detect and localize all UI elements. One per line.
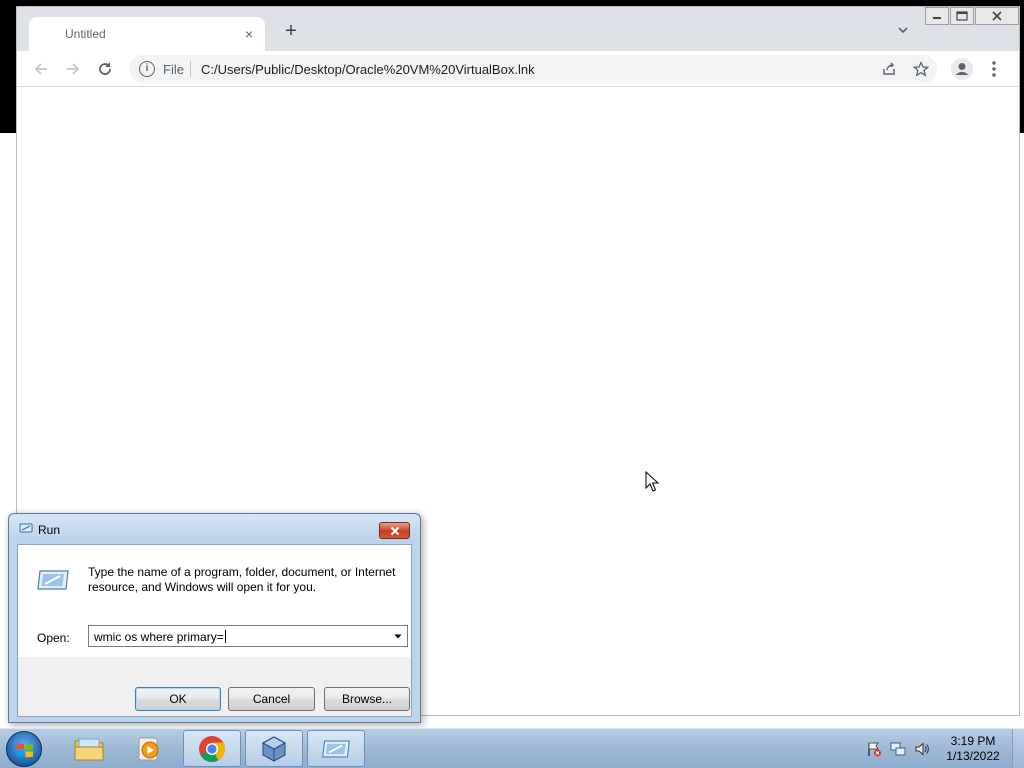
folder-icon [74,738,104,760]
media-player-icon [138,737,159,760]
run-body: Type the name of a program, folder, docu… [17,544,412,717]
cancel-button[interactable]: Cancel [228,687,315,711]
profile-icon[interactable] [951,58,973,80]
url-text[interactable]: C:/Users/Public/Desktop/Oracle%20VM%20Vi… [201,62,535,77]
open-label: Open: [37,631,70,645]
mouse-cursor-icon [645,471,659,492]
run-content-panel: Type the name of a program, folder, docu… [18,545,411,657]
taskbar-mediaplayer-button[interactable] [120,730,178,767]
maximize-button[interactable] [950,7,974,25]
virtualbox-icon [261,735,287,762]
run-program-icon [37,570,69,590]
omnibox-divider [190,61,191,77]
action-center-flag-icon[interactable] [866,741,882,757]
forward-icon[interactable] [63,59,83,79]
taskbar-run-button[interactable] [307,730,365,767]
taskbar-explorer-button[interactable] [60,730,118,767]
close-window-button[interactable] [975,7,1019,25]
tab-title: Untitled [65,27,106,41]
start-button[interactable] [6,731,42,767]
minimize-button[interactable] [925,7,949,25]
volume-icon[interactable] [914,741,930,757]
network-icon[interactable] [890,741,906,757]
clock-date: 1/13/2022 [946,749,1000,763]
windows-logo-icon [17,743,33,758]
run-description: Type the name of a program, folder, docu… [88,565,396,594]
taskbar: 3:19 PM 1/13/2022 [0,728,1024,768]
back-icon[interactable] [31,59,51,79]
run-icon [322,740,350,757]
address-bar[interactable]: i File C:/Users/Public/Desktop/Oracle%20… [129,55,937,83]
tab-search-icon[interactable] [895,22,911,38]
new-tab-button[interactable]: + [281,21,301,41]
run-title-icon [19,523,33,533]
tab-strip: Untitled × + [17,7,1019,51]
show-desktop-button[interactable] [1012,729,1024,768]
browse-button[interactable]: Browse... [324,687,410,711]
share-icon[interactable] [881,61,897,77]
browser-toolbar: i File C:/Users/Public/Desktop/Oracle%20… [17,51,1019,87]
browser-tab[interactable]: Untitled × [29,17,265,51]
open-input-text: wmic os where primary= [94,630,224,644]
url-scheme-label: File [163,62,184,77]
clock-time: 3:19 PM [950,734,996,748]
chevron-down-icon[interactable] [392,630,404,642]
reload-icon[interactable] [95,59,115,79]
system-clock[interactable]: 3:19 PM 1/13/2022 [940,734,1006,764]
chrome-icon [199,735,226,762]
run-dialog: Run Type the name of a program, folder, … [8,513,421,723]
run-titlebar[interactable]: Run [9,514,420,542]
close-icon[interactable] [379,522,410,539]
menu-icon[interactable] [987,59,1001,79]
tab-close-icon[interactable]: × [241,26,257,42]
taskbar-virtualbox-button[interactable] [245,730,303,767]
taskbar-chrome-button[interactable] [183,730,241,767]
run-title: Run [38,523,61,537]
text-caret [224,630,226,643]
open-input-value[interactable]: wmic os where primary= [94,630,226,644]
open-combobox[interactable]: wmic os where primary= [88,625,408,647]
window-controls [924,7,1019,25]
info-icon[interactable]: i [139,61,155,77]
ok-button[interactable]: OK [135,687,221,711]
star-icon[interactable] [912,60,930,77]
